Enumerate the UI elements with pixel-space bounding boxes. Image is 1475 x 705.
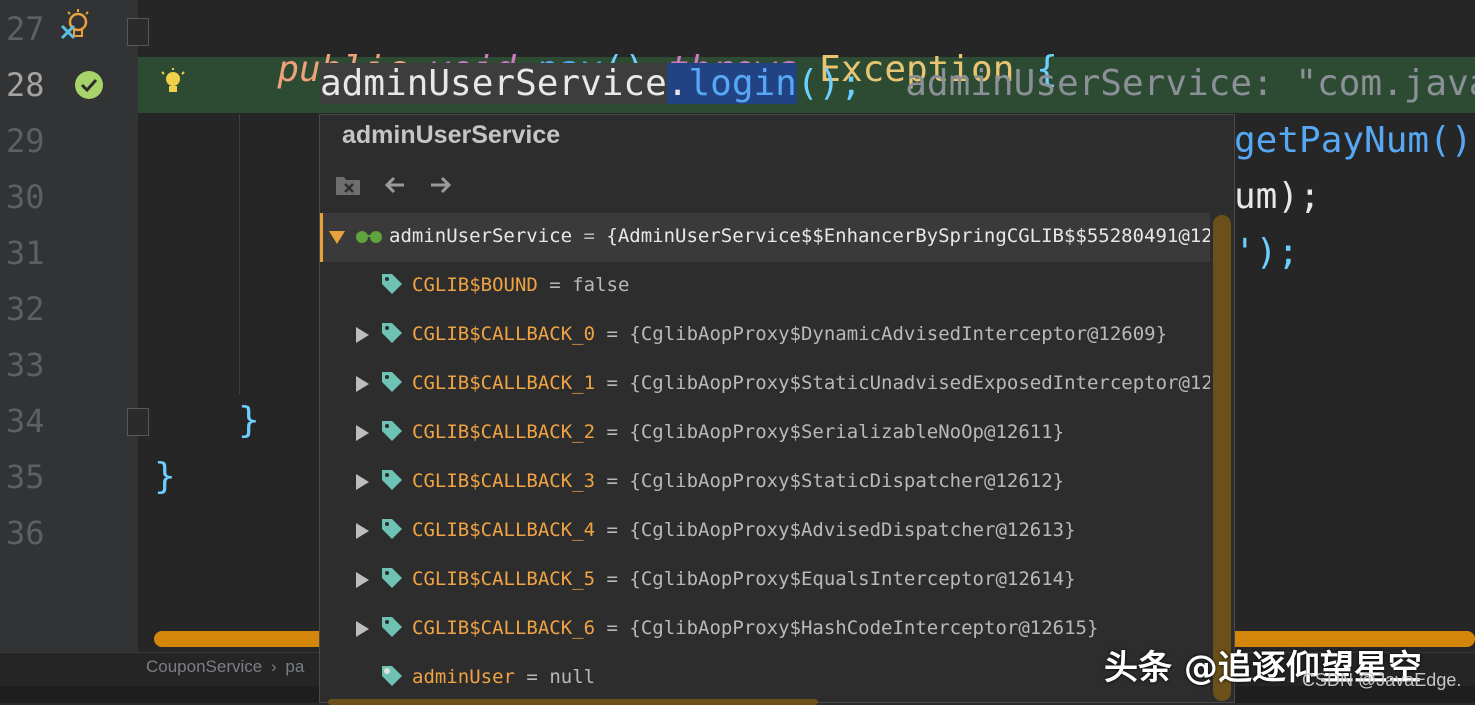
line-number: 27 (6, 10, 45, 48)
expand-arrow-icon[interactable] (356, 327, 369, 343)
tree-row-field[interactable]: CGLIB$CALLBACK_3 = {CglibAopProxy$Static… (320, 458, 1210, 507)
field-value: {CglibAopProxy$AdvisedDispatcher@12613} (629, 519, 1076, 541)
field-value: null (549, 666, 596, 688)
equals-sign: = (606, 568, 618, 590)
call-parens: (); (796, 63, 862, 104)
field-tag-icon (380, 517, 404, 546)
breakpoint-verified-icon[interactable] (74, 70, 104, 104)
debug-value-popup: adminUserService adminUserService = {Adm… (319, 114, 1235, 705)
popup-vertical-scrollbar[interactable] (1213, 215, 1231, 701)
csdn-watermark: CSDN @JavaEdge. (1302, 670, 1462, 690)
field-value: {CglibAopProxy$StaticUnadvisedExposedInt… (629, 372, 1210, 394)
field-name: CGLIB$CALLBACK_0 (412, 323, 596, 345)
equals-sign: = (606, 421, 618, 443)
field-value: {CglibAopProxy$HashCodeInterceptor@12615… (629, 617, 1099, 639)
tree-row-field[interactable]: CGLIB$BOUND = false (320, 262, 1210, 311)
tree-row-field[interactable]: CGLIB$CALLBACK_1 = {CglibAopProxy$Static… (320, 360, 1210, 409)
receiver-variable[interactable]: adminUserService (320, 63, 667, 104)
equals-sign: = (526, 666, 538, 688)
collapse-arrow-icon[interactable] (329, 231, 345, 244)
field-name: CGLIB$CALLBACK_6 (412, 617, 596, 639)
tree-row-field[interactable]: CGLIB$CALLBACK_5 = {CglibAopProxy$Equals… (320, 556, 1210, 605)
line-number: 35 (6, 458, 45, 496)
equals-sign: = (583, 225, 595, 247)
breadcrumb-separator: › (270, 657, 277, 676)
forward-arrow-icon[interactable] (426, 171, 454, 199)
equals-sign: = (606, 323, 618, 345)
code-line-31-tail: '); (1234, 232, 1300, 273)
field-name: CGLIB$CALLBACK_3 (412, 470, 596, 492)
equals-sign: = (606, 372, 618, 394)
equals-sign: = (606, 470, 618, 492)
field-value: {CglibAopProxy$EqualsInterceptor@12614} (629, 568, 1076, 590)
field-name: CGLIB$CALLBACK_5 (412, 568, 596, 590)
variable-name: adminUserService (389, 225, 573, 247)
field-value: {CglibAopProxy$StaticDispatcher@12612} (629, 470, 1065, 492)
dot-operator: . (666, 63, 689, 104)
variable-tree: adminUserService = {AdminUserService$$En… (320, 213, 1210, 703)
equals-sign: = (549, 274, 561, 296)
popup-title: adminUserService (342, 121, 561, 149)
inline-debug-hint: adminUserService: "com.javae (905, 63, 1475, 104)
field-value: {CglibAopProxy$SerializableNoOp@12611} (629, 421, 1065, 443)
remove-watch-icon[interactable] (334, 171, 362, 199)
expand-arrow-icon[interactable] (356, 572, 369, 588)
breadcrumb-class[interactable]: CouponService (146, 657, 262, 676)
breadcrumb-method[interactable]: pa (285, 657, 304, 676)
code-line-30-tail: um); (1234, 176, 1321, 217)
code-line-28: adminUserService.login(); adminUserServi… (320, 63, 1475, 104)
field-tag-gear-icon (380, 664, 404, 693)
field-name: CGLIB$CALLBACK_2 (412, 421, 596, 443)
tree-row-field[interactable]: CGLIB$CALLBACK_2 = {CglibAopProxy$Serial… (320, 409, 1210, 458)
field-tag-icon (380, 468, 404, 497)
close-brace: } (154, 456, 176, 497)
tree-row-field[interactable]: CGLIB$CALLBACK_0 = {CglibAopProxy$Dynami… (320, 311, 1210, 360)
tree-row-field[interactable]: CGLIB$CALLBACK_6 = {CglibAopProxy$HashCo… (320, 605, 1210, 654)
expand-arrow-icon[interactable] (356, 425, 369, 441)
fold-marker[interactable] (127, 18, 149, 46)
popup-horizontal-scrollbar[interactable] (328, 699, 818, 705)
field-name: CGLIB$CALLBACK_1 (412, 372, 596, 394)
tree-row-field[interactable]: adminUser = null (320, 654, 1210, 703)
line-gutter: 27 28 29 30 31 32 33 34 35 36 (0, 0, 138, 652)
close-brace: } (238, 400, 260, 441)
breadcrumb: CouponService › pa (146, 657, 304, 677)
line-number-current: 28 (6, 66, 45, 104)
back-arrow-icon[interactable] (382, 171, 410, 199)
field-name: CGLIB$BOUND (412, 274, 538, 296)
expand-arrow-icon[interactable] (356, 621, 369, 637)
field-tag-icon (380, 566, 404, 595)
field-tag-icon (380, 615, 404, 644)
equals-sign: = (606, 617, 618, 639)
variable-value: {AdminUserService$$EnhancerBySpringCGLIB… (606, 225, 1210, 247)
equals-sign: = (606, 519, 618, 541)
line-number: 34 (6, 402, 45, 440)
field-value: {CglibAopProxy$DynamicAdvisedInterceptor… (629, 323, 1168, 345)
field-tag-icon (380, 370, 404, 399)
field-tag-icon (380, 419, 404, 448)
line-number: 33 (6, 346, 45, 384)
fold-marker[interactable] (127, 408, 149, 436)
field-tag-icon (380, 272, 404, 301)
method-call: login (688, 63, 797, 104)
tree-row-adminUserService[interactable]: adminUserService = {AdminUserService$$En… (320, 213, 1210, 262)
field-value: false (572, 274, 630, 296)
line-number: 31 (6, 234, 45, 272)
field-tag-icon (380, 321, 404, 350)
expand-arrow-icon[interactable] (356, 474, 369, 490)
field-name: adminUser (412, 666, 515, 688)
line-number: 32 (6, 290, 45, 328)
line-number: 29 (6, 122, 45, 160)
indent-guide (239, 114, 240, 394)
tree-row-field[interactable]: CGLIB$CALLBACK_4 = {CglibAopProxy$Advise… (320, 507, 1210, 556)
watch-glasses-icon (354, 227, 384, 250)
quick-fix-bulb-icon[interactable] (160, 68, 186, 102)
field-name: CGLIB$CALLBACK_4 (412, 519, 596, 541)
code-line-29-tail: getPayNum(); (1234, 120, 1475, 161)
expand-arrow-icon[interactable] (356, 523, 369, 539)
line-number: 30 (6, 178, 45, 216)
intention-bulb-icon[interactable] (60, 8, 94, 46)
expand-arrow-icon[interactable] (356, 376, 369, 392)
line-number: 36 (6, 514, 45, 552)
